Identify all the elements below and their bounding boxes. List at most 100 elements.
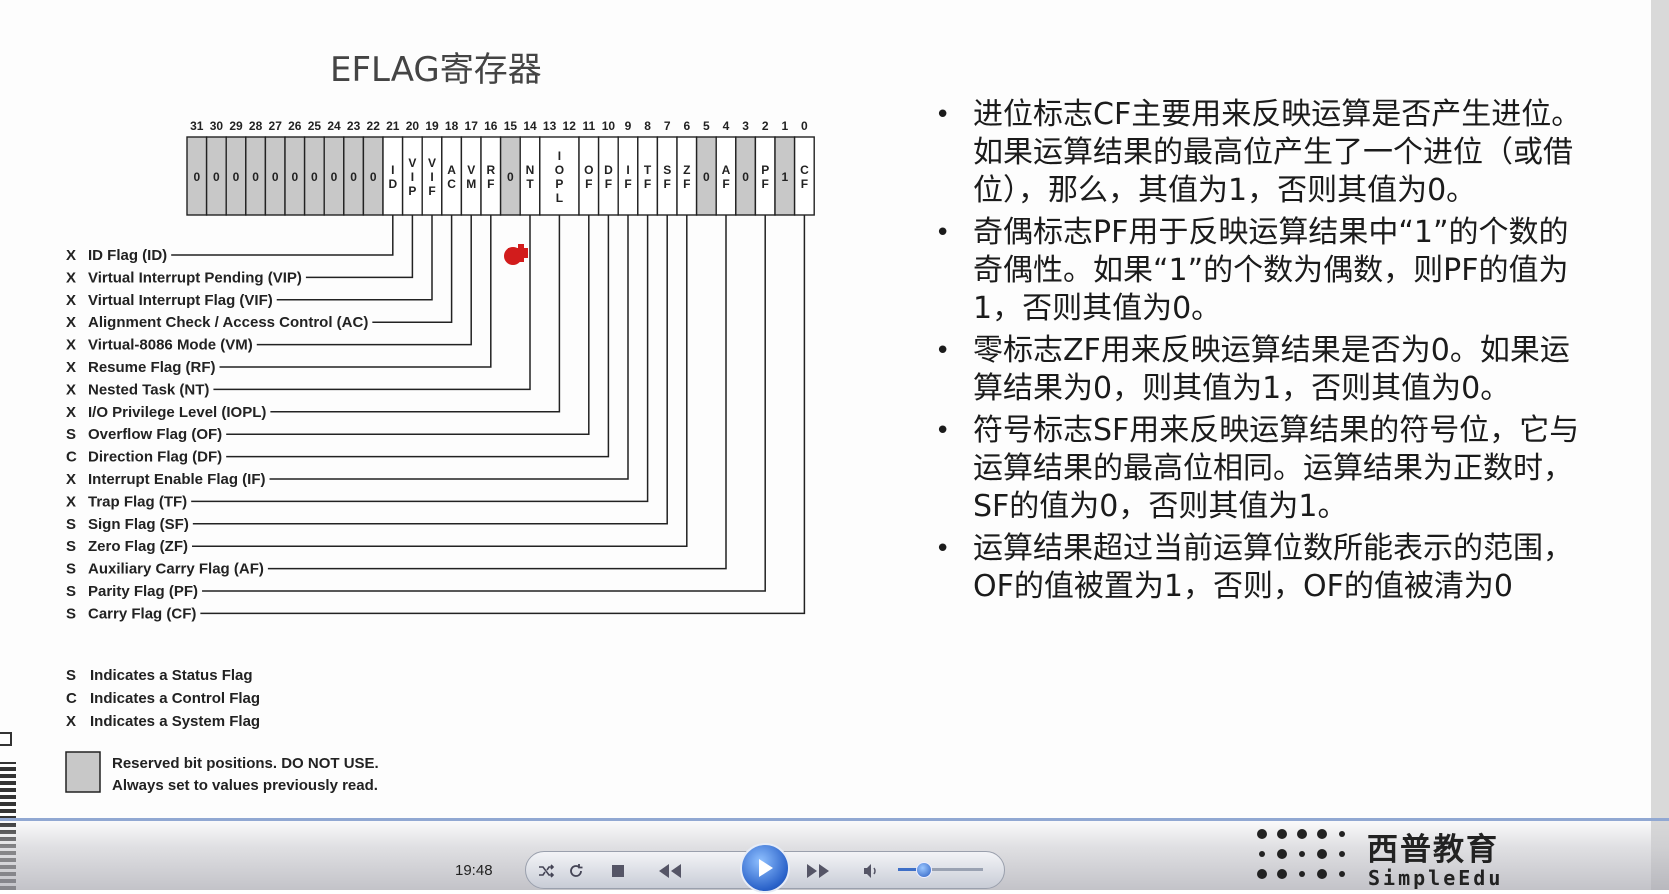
flag-type-label: X (66, 359, 76, 376)
brand-logo: 西普教育 SimpleEdu (1252, 818, 1552, 890)
register-cell-label: 0 (350, 170, 357, 184)
loop-icon[interactable] (563, 855, 589, 887)
flag-connector-line (171, 215, 394, 256)
flag-type-label: S (66, 561, 76, 578)
register-cell-label: F (762, 177, 769, 191)
flag-name-label: Virtual Interrupt Pending (VIP) (88, 269, 302, 286)
brand-dots-icon (1257, 829, 1345, 879)
register-cell-label: 1 (781, 170, 788, 184)
bit-number-label: 11 (582, 119, 595, 133)
bit-number-label: 25 (308, 119, 322, 133)
flag-connector-line (191, 215, 649, 503)
legend-text: Indicates a Control Flag (90, 690, 260, 707)
legend-type-label: X (66, 713, 76, 730)
register-cell-label: O (584, 163, 593, 177)
flag-type-label: X (66, 337, 76, 354)
bit-number-label: 9 (625, 119, 632, 133)
flag-name-label: Carry Flag (CF) (88, 605, 196, 622)
register-cell-label: 0 (213, 170, 220, 184)
register-cell-label: I (558, 149, 561, 163)
brand-name-cn: 西普教育 (1367, 832, 1499, 868)
register-cell-label: F (624, 177, 631, 191)
fast-forward-icon[interactable] (798, 855, 838, 887)
register-cell-label: A (447, 163, 456, 177)
bit-number-label: 13 (543, 119, 557, 133)
flag-type-label: S (66, 583, 76, 600)
bit-number-label: 31 (190, 119, 204, 133)
legend-type-label: S (66, 667, 76, 684)
flag-type-label: S (66, 516, 76, 533)
bit-number-label: 8 (644, 119, 651, 133)
reserved-note-text: Always set to values previously read. (112, 777, 378, 794)
bit-number-label: 3 (742, 119, 749, 133)
flag-name-label: Zero Flag (ZF) (88, 538, 188, 555)
register-cell-label: F (683, 177, 690, 191)
flag-name-label: Resume Flag (RF) (88, 359, 216, 376)
bit-number-label: 30 (210, 119, 224, 133)
register-cell-label: 0 (703, 170, 710, 184)
register-cell-label: 0 (193, 170, 200, 184)
flag-type-label: X (66, 247, 76, 264)
flag-name-label: I/O Privilege Level (IOPL) (88, 404, 266, 421)
register-cell-label: C (800, 163, 809, 177)
register-cell-label: I (430, 170, 433, 184)
register-cell-label: F (585, 177, 592, 191)
register-cell-label: D (604, 163, 613, 177)
bit-number-label: 6 (683, 119, 690, 133)
register-cell-label: 0 (252, 170, 259, 184)
shuffle-icon[interactable] (533, 855, 559, 887)
register-cell-label: L (556, 191, 563, 205)
flag-connector-line (305, 215, 414, 279)
flag-name-label: Virtual-8086 Mode (VM) (88, 337, 253, 354)
flag-type-label: S (66, 426, 76, 443)
bit-number-label: 29 (229, 119, 243, 133)
flag-type-label: X (66, 404, 76, 421)
register-cell-label: F (664, 177, 671, 191)
bullet-item: 进位标志CF主要用来反映运算是否产生进位。如果运算结果的最高位产生了一个进位（或… (935, 96, 1595, 210)
flag-name-label: ID Flag (ID) (88, 247, 167, 264)
register-cell-label: O (555, 163, 564, 177)
register-cell-label: Z (683, 163, 690, 177)
bullet-item: 符号标志SF用来反映运算结果的符号位，它与运算结果的最高位相同。运算结果为正数时… (935, 412, 1595, 526)
bit-number-label: 17 (465, 119, 479, 133)
register-cell-label: 0 (370, 170, 377, 184)
flag-connector-line (226, 215, 610, 458)
register-cell-label: P (555, 177, 563, 191)
register-cell-label: F (428, 184, 435, 198)
register-cell-label: I (411, 170, 414, 184)
flag-name-label: Auxiliary Carry Flag (AF) (88, 561, 264, 578)
register-cell-label: I (391, 163, 394, 177)
volume-slider-handle[interactable] (916, 862, 932, 878)
bit-number-label: 2 (762, 119, 769, 133)
register-cell-label: T (526, 177, 534, 191)
play-button[interactable] (740, 843, 790, 893)
flag-name-label: Parity Flag (PF) (88, 583, 198, 600)
bit-number-label: 0 (801, 119, 808, 133)
register-cell-label: 0 (507, 170, 514, 184)
flag-type-label: C (66, 449, 77, 466)
bit-number-label: 18 (445, 119, 459, 133)
flag-type-label: X (66, 314, 76, 331)
register-cell-label: P (761, 163, 769, 177)
flag-connector-line (267, 215, 727, 570)
flag-type-label: X (66, 269, 76, 286)
flag-name-label: Nested Task (NT) (88, 381, 209, 398)
register-cell-label: 0 (272, 170, 279, 184)
register-cell-label: F (801, 177, 808, 191)
register-cell-label: S (663, 163, 671, 177)
flag-type-label: X (66, 493, 76, 510)
stop-icon[interactable] (606, 855, 630, 887)
register-cell-label: I (626, 163, 629, 177)
register-cell-label: A (722, 163, 731, 177)
flag-type-label: X (66, 381, 76, 398)
flag-name-label: Virtual Interrupt Flag (VIF) (88, 292, 273, 309)
volume-icon[interactable] (858, 855, 884, 887)
bit-number-label: 19 (425, 119, 439, 133)
flag-name-label: Sign Flag (SF) (88, 516, 189, 533)
bullet-item: 运算结果超过当前运算位数所能表示的范围，OF的值被置为1，否则，OF的值被清为0 (935, 530, 1595, 606)
bit-number-label: 21 (386, 119, 400, 133)
register-cell-label: 0 (233, 170, 240, 184)
rewind-icon[interactable] (650, 855, 690, 887)
bit-number-label: 15 (504, 119, 518, 133)
bit-number-label: 27 (269, 119, 283, 133)
